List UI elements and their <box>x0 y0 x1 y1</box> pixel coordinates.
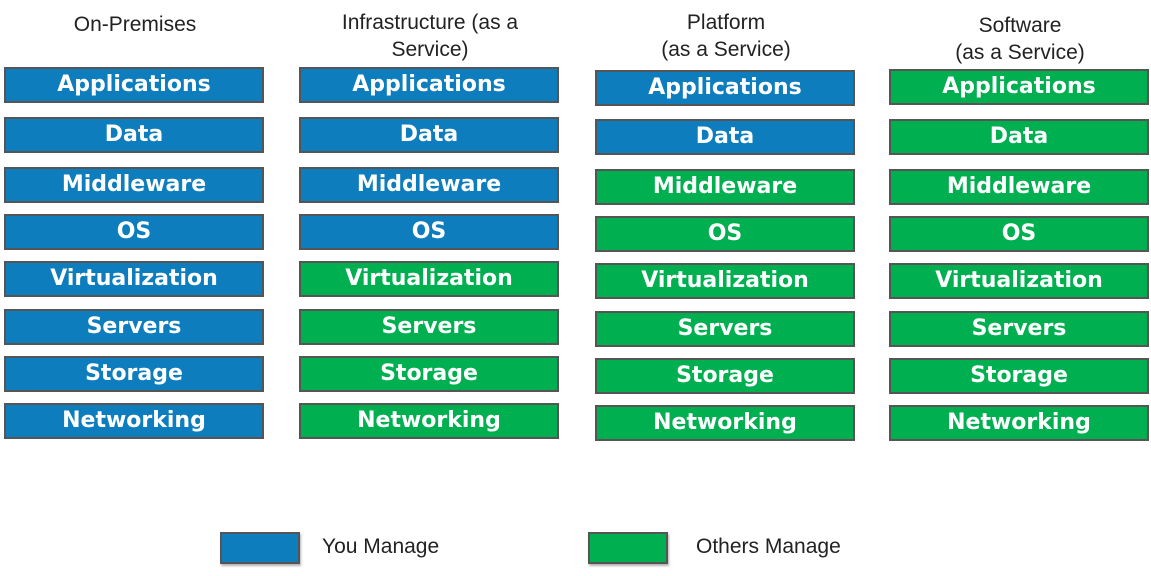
layer-os-you-manage: OS <box>4 214 264 250</box>
layer-storage-others-manage: Storage <box>299 356 559 392</box>
layer-middleware-you-manage: Middleware <box>299 167 559 203</box>
column-title: Infrastructure (as a Service) <box>341 11 519 61</box>
layer-applications-you-manage: Applications <box>595 70 855 106</box>
column-title: On-Premises <box>73 13 197 36</box>
layer-data-others-manage: Data <box>889 119 1149 155</box>
layer-middleware-others-manage: Middleware <box>595 169 855 205</box>
layer-servers-others-manage: Servers <box>299 309 559 345</box>
layer-virtualization-you-manage: Virtualization <box>4 261 264 297</box>
layer-virtualization-others-manage: Virtualization <box>889 263 1149 299</box>
layer-middleware-you-manage: Middleware <box>4 167 264 203</box>
layer-servers-others-manage: Servers <box>889 311 1149 347</box>
layer-servers-others-manage: Servers <box>595 311 855 347</box>
layer-virtualization-others-manage: Virtualization <box>595 263 855 299</box>
layer-os-others-manage: OS <box>889 216 1149 252</box>
layer-applications-others-manage: Applications <box>889 69 1149 105</box>
layer-networking-others-manage: Networking <box>889 405 1149 441</box>
column-title: Platform (as a Service) <box>661 11 791 61</box>
layer-servers-you-manage: Servers <box>4 309 264 345</box>
layer-networking-others-manage: Networking <box>299 403 559 439</box>
layer-virtualization-others-manage: Virtualization <box>299 261 559 297</box>
layer-os-others-manage: OS <box>595 216 855 252</box>
layer-data-you-manage: Data <box>299 117 559 153</box>
layer-os-you-manage: OS <box>299 214 559 250</box>
layer-data-you-manage: Data <box>595 119 855 155</box>
layer-storage-others-manage: Storage <box>889 358 1149 394</box>
layer-data-you-manage: Data <box>4 117 264 153</box>
column-title: Software (as a Service) <box>955 14 1085 64</box>
legend-label-you-manage: You Manage <box>322 535 440 558</box>
legend-swatch-others-manage <box>588 532 668 564</box>
layer-storage-you-manage: Storage <box>4 356 264 392</box>
layer-applications-you-manage: Applications <box>299 67 559 103</box>
layer-middleware-others-manage: Middleware <box>889 169 1149 205</box>
layer-networking-you-manage: Networking <box>4 403 264 439</box>
layer-storage-others-manage: Storage <box>595 358 855 394</box>
layer-applications-you-manage: Applications <box>4 67 264 103</box>
legend-label-others-manage: Others Manage <box>696 535 841 558</box>
legend-swatch-you-manage <box>220 532 300 564</box>
layer-networking-others-manage: Networking <box>595 405 855 441</box>
